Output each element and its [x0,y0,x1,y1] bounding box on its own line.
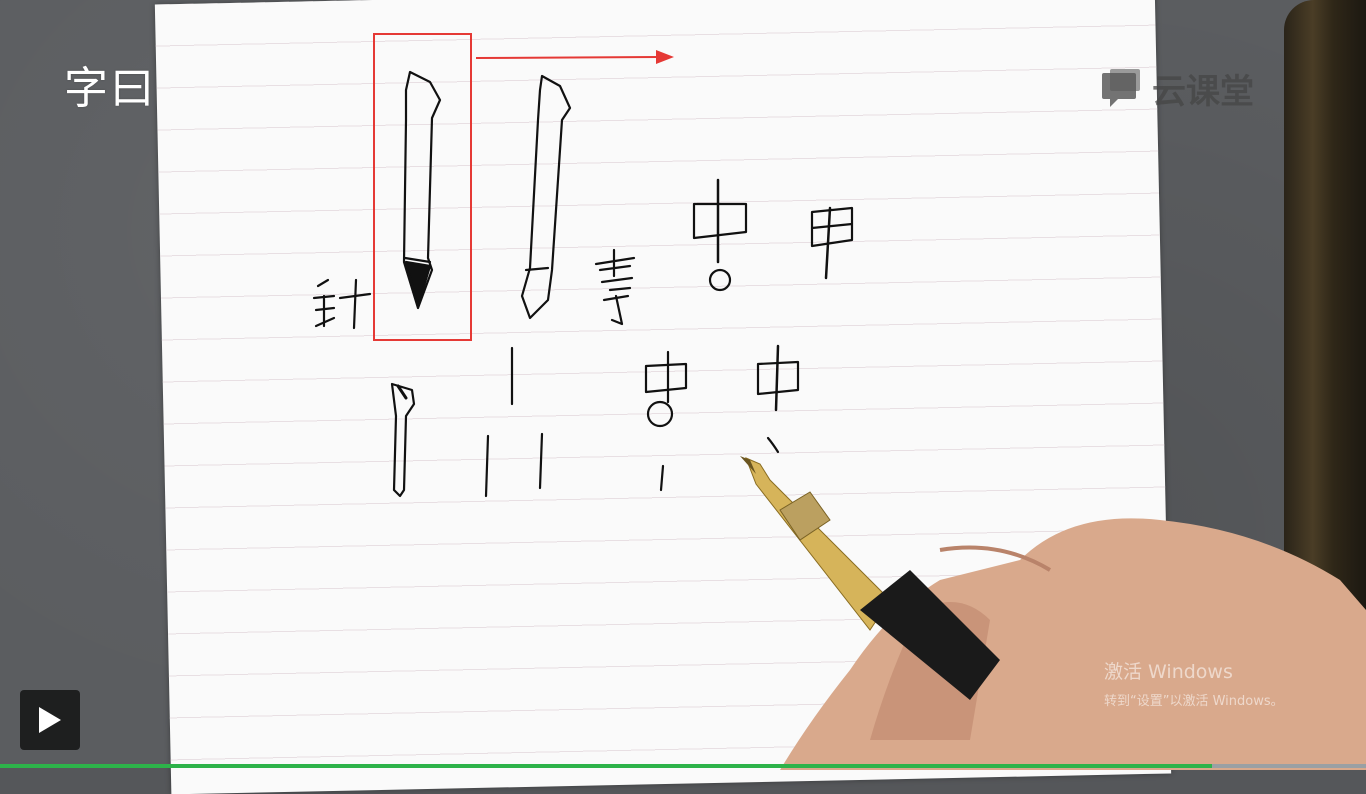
watermark-line2: 转到“设置”以激活 Windows。 [1104,694,1284,709]
watermark-line1: 激活 Windows [1104,661,1233,683]
brand-logo-left: 字曰 [64,63,156,114]
brand-logo-right-text: 云课堂 [1152,72,1254,112]
progress-bar[interactable] [0,764,1366,768]
highlight-box [373,33,472,341]
windows-activation-watermark: 激活 Windows 转到“设置”以激活 Windows。 [1104,657,1284,709]
play-icon [39,707,61,733]
progress-fill [0,764,1212,768]
brand-logo-right: 云课堂 [1100,64,1254,113]
hand-with-pen [740,456,1366,770]
chat-bubble-icon [1100,68,1142,109]
play-button[interactable] [20,690,80,750]
